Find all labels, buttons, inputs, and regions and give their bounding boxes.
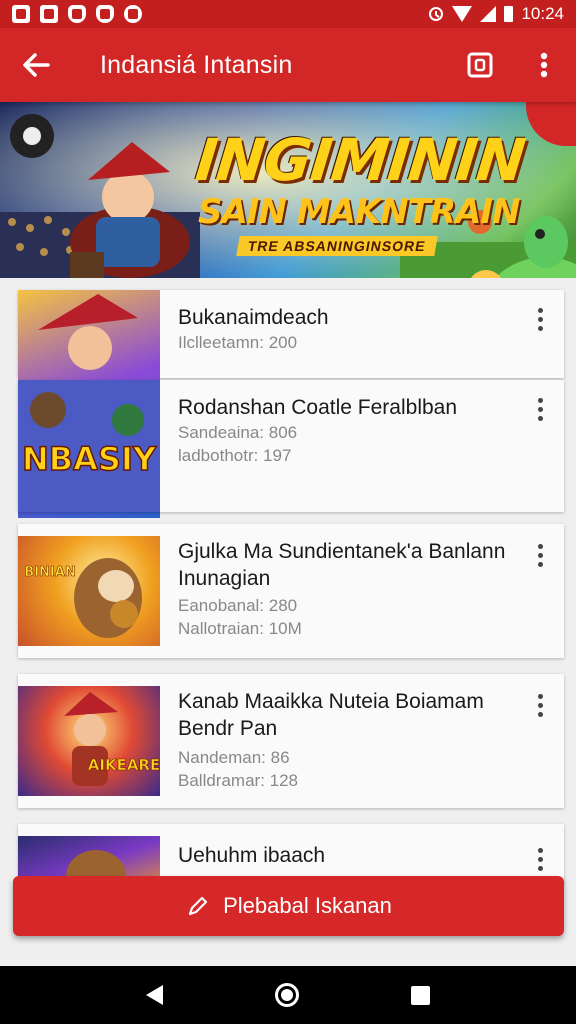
hero-banner[interactable]: INGIMININ SAIN MAKNTRAIN TRE ABSANINGINS… — [0, 102, 576, 278]
banner-tagline: TRE ABSANINGINSORE — [236, 236, 438, 256]
list-item[interactable]: BINIAN Gjulka Ma Sundientanek'a Banlann … — [18, 524, 564, 658]
cast-button[interactable] — [448, 28, 512, 102]
item-title: Kanab Maaikka Nuteia Boiamam Bendr Pan — [178, 690, 484, 740]
item-title: Uehuhm ibaach — [178, 844, 326, 867]
more-vert-icon — [540, 52, 548, 78]
item-meta: Sandeaina: 806 — [178, 423, 298, 442]
clock: 10:24 — [521, 4, 564, 23]
banner-title: INGIMININ — [192, 126, 528, 194]
item-thumbnail: NBASIY — [18, 380, 160, 512]
thumb-text: AIKEARE — [88, 756, 160, 774]
settings-flower-icon — [124, 5, 142, 23]
arrow-back-icon — [23, 53, 50, 77]
item-meta: Ilclleetamn: 200 — [178, 333, 298, 352]
shield-icon — [96, 5, 114, 23]
list-item[interactable]: Bukanaimdeach Ilclleetamn: 200 — [18, 290, 564, 518]
back-button[interactable] — [0, 28, 72, 102]
system-nav-bar — [0, 966, 576, 1024]
item-title: Rodanshan Coatle Feralblban — [178, 396, 458, 419]
item-meta: Balldramar: 128 — [178, 771, 299, 790]
app-bar: Indansiá Intansin — [0, 28, 576, 102]
nav-back-icon[interactable] — [146, 985, 163, 1005]
list-item[interactable]: NBASIY Rodanshan Coatle Feralblban Sande… — [18, 380, 564, 512]
primary-action-button[interactable]: Plebabal Iskanan — [13, 876, 564, 936]
item-more-button[interactable] — [528, 844, 552, 874]
page-title: Indansiá Intansin — [100, 50, 293, 79]
nav-recents-icon[interactable] — [411, 985, 430, 1005]
sync-icon — [428, 6, 444, 22]
battery-icon — [504, 6, 514, 22]
item-meta: Nallotraian: 10M — [178, 619, 302, 638]
list-item[interactable]: AIKEARE Kanab Maaikka Nuteia Boiamam Ben… — [18, 674, 564, 808]
item-meta: Eanobanal: 280 — [178, 596, 298, 615]
cast-icon — [467, 52, 493, 78]
bag-icon — [68, 5, 86, 23]
notification-icon — [12, 5, 30, 23]
wifi-icon — [452, 6, 473, 22]
status-bar: 10:24 — [0, 0, 576, 28]
item-more-button[interactable] — [528, 690, 552, 720]
list-item[interactable]: Uehuhm ibaach — [18, 824, 564, 884]
overflow-menu-button[interactable] — [512, 28, 576, 102]
banner-subtitle: SAIN MAKNTRAIN — [198, 192, 520, 232]
item-more-button[interactable] — [528, 540, 552, 570]
nav-home-icon[interactable] — [275, 983, 299, 1007]
gallery-icon — [40, 5, 58, 23]
item-thumbnail: AIKEARE — [18, 686, 160, 796]
item-meta: Nandeman: 86 — [178, 748, 290, 767]
primary-action-label: Plebabal Iskanan — [223, 893, 392, 918]
thumb-text: BINIAN — [24, 565, 75, 580]
thumb-text: NBASIY — [22, 440, 157, 478]
item-title: Gjulka Ma Sundientanek'a Banlann Inunagi… — [178, 540, 506, 590]
item-more-button[interactable] — [528, 394, 552, 424]
item-title: Bukanaimdeach — [178, 306, 329, 329]
item-more-button[interactable] — [528, 304, 552, 334]
pencil-icon — [188, 896, 208, 916]
item-thumbnail: BINIAN — [18, 536, 160, 646]
signal-icon — [480, 6, 497, 22]
item-meta: ladbothotr: 197 — [178, 446, 292, 465]
